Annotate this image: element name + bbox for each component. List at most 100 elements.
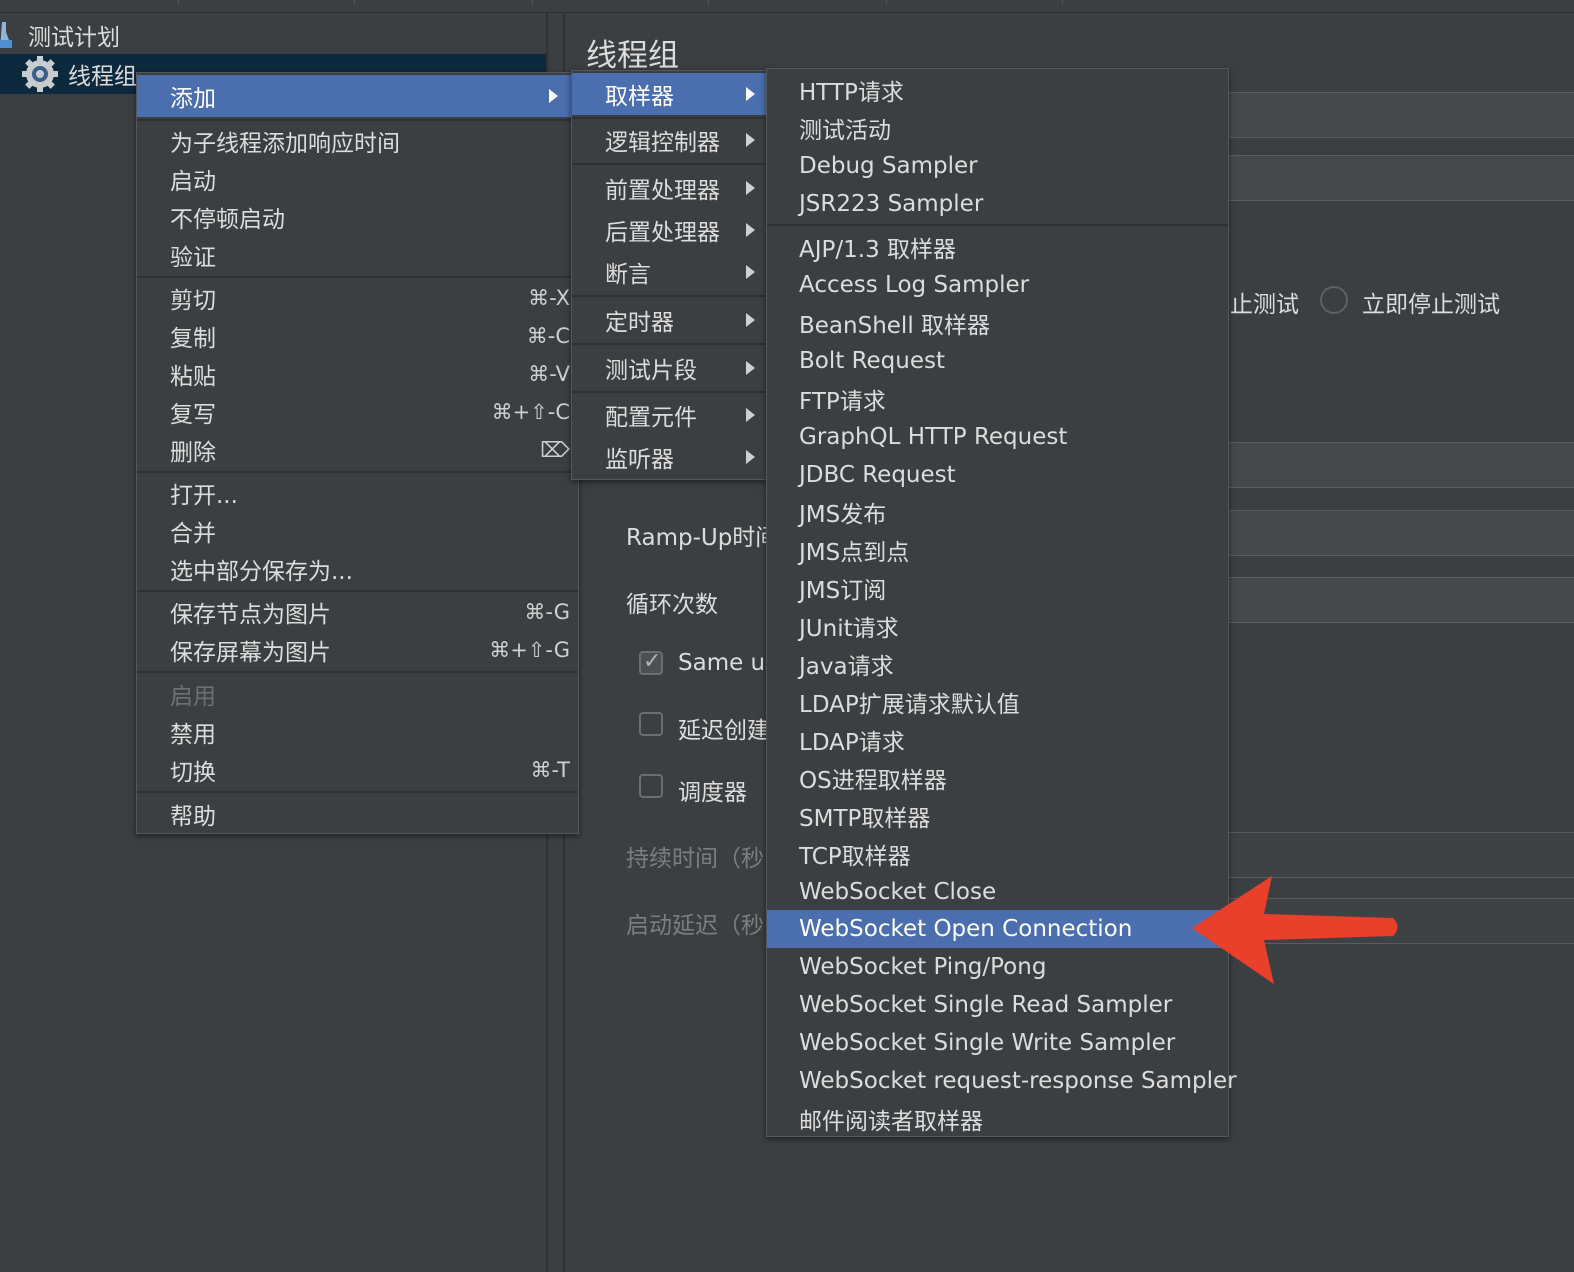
sampler-submenu: HTTP请求 测试活动 Debug Sampler JSR223 Sampler… xyxy=(766,68,1237,1138)
menu-item-os-process-sampler[interactable]: OS进程取样器 xyxy=(767,759,1228,797)
menu-item-sampler[interactable]: 取样器 xyxy=(572,73,766,115)
menu-item-pre-processor[interactable]: 前置处理器 xyxy=(572,169,766,207)
submenu-arrow-icon xyxy=(746,133,755,147)
menu-item-ldap-request[interactable]: LDAP请求 xyxy=(767,721,1228,759)
menu-item-duplicate[interactable]: 复写 ⌘+⇧-C xyxy=(137,393,578,431)
menu-item-ajp-sampler[interactable]: AJP/1.3 取样器 xyxy=(767,228,1228,266)
submenu-arrow-icon xyxy=(746,265,755,279)
menu-item-label: 启用 xyxy=(170,684,216,710)
scheduler-checkbox[interactable] xyxy=(639,774,663,798)
menu-item-save-screen-image[interactable]: 保存屏幕为图片 ⌘+⇧-G xyxy=(137,631,578,669)
menu-item-access-log-sampler[interactable]: Access Log Sampler xyxy=(767,266,1228,304)
tree-item-test-plan[interactable]: 测试计划 xyxy=(0,15,546,55)
menu-item-label: WebSocket Close xyxy=(799,879,997,905)
menu-item-add[interactable]: 添加 xyxy=(137,75,578,117)
menu-item-jdbc-request[interactable]: JDBC Request xyxy=(767,456,1228,494)
menu-item-label: LDAP扩展请求默认值 xyxy=(799,692,1020,718)
menu-item-websocket-single-read[interactable]: WebSocket Single Read Sampler xyxy=(767,986,1228,1024)
menu-item-label: LDAP请求 xyxy=(799,730,905,756)
menu-item-label: WebSocket Single Write Sampler xyxy=(799,1030,1176,1056)
menu-shortcut: ⌘+⇧-C xyxy=(491,400,570,424)
menu-item-label: BeanShell 取样器 xyxy=(799,313,991,339)
menu-item-test-fragment[interactable]: 测试片段 xyxy=(572,349,766,387)
menu-item-start-no-pause[interactable]: 不停顿启动 xyxy=(137,198,578,236)
menu-separator xyxy=(137,671,578,673)
same-user-label: Same us xyxy=(678,650,778,676)
menu-item-graphql-request[interactable]: GraphQL HTTP Request xyxy=(767,418,1228,456)
menu-item-help[interactable]: 帮助 xyxy=(137,795,578,833)
menu-item-paste[interactable]: 粘贴 ⌘-V xyxy=(137,355,578,393)
menu-shortcut: ⌘-T xyxy=(530,758,570,782)
menu-item-delete[interactable]: 删除 ⌦ xyxy=(137,431,578,469)
menu-item-open[interactable]: 打开... xyxy=(137,474,578,512)
menu-item-websocket-request-response[interactable]: WebSocket request-response Sampler xyxy=(767,1062,1237,1100)
menu-item-timer[interactable]: 定时器 xyxy=(572,301,766,339)
stop-now-radio[interactable] xyxy=(1320,286,1348,314)
menu-item-config-element[interactable]: 配置元件 xyxy=(572,396,766,434)
menu-item-label: JSR223 Sampler xyxy=(799,191,984,217)
menu-item-label: 保存节点为图片 xyxy=(170,602,331,628)
menu-item-smtp-sampler[interactable]: SMTP取样器 xyxy=(767,797,1228,835)
menu-item-websocket-ping-pong[interactable]: WebSocket Ping/Pong xyxy=(767,948,1228,986)
menu-item-tcp-sampler[interactable]: TCP取样器 xyxy=(767,835,1228,873)
menu-item-label: JUnit请求 xyxy=(799,616,899,642)
menu-item-assertion[interactable]: 断言 xyxy=(572,253,766,291)
menu-item-jms-publisher[interactable]: JMS发布 xyxy=(767,493,1228,531)
menu-item-jms-subscriber[interactable]: JMS订阅 xyxy=(767,569,1228,607)
loop-field[interactable] xyxy=(1228,577,1574,623)
menu-item-label: WebSocket Open Connection xyxy=(799,916,1133,942)
scheduler-label: 调度器 xyxy=(678,780,747,806)
menu-item-label: 验证 xyxy=(170,245,216,271)
delay-create-checkbox[interactable] xyxy=(639,712,663,736)
rampup-field[interactable] xyxy=(1228,510,1574,556)
menu-item-ldap-extended-defaults[interactable]: LDAP扩展请求默认值 xyxy=(767,683,1228,721)
menu-item-merge[interactable]: 合并 xyxy=(137,512,578,550)
menu-item-start[interactable]: 启动 xyxy=(137,160,578,198)
menu-item-mail-reader-sampler[interactable]: 邮件阅读者取样器 xyxy=(767,1100,1228,1138)
menu-item-websocket-single-write[interactable]: WebSocket Single Write Sampler xyxy=(767,1024,1228,1062)
menu-item-label: Access Log Sampler xyxy=(799,272,1030,298)
menu-item-label: 监听器 xyxy=(605,447,674,473)
menu-item-save-node-image[interactable]: 保存节点为图片 ⌘-G xyxy=(137,593,578,631)
menu-item-beanshell-sampler[interactable]: BeanShell 取样器 xyxy=(767,304,1228,342)
menu-item-jms-point-to-point[interactable]: JMS点到点 xyxy=(767,531,1228,569)
startup-delay-label: 启动延迟（秒 xyxy=(626,913,764,939)
name-field[interactable] xyxy=(1228,92,1574,138)
menu-item-label: JDBC Request xyxy=(799,462,956,488)
menu-item-toggle[interactable]: 切换 ⌘-T xyxy=(137,751,578,789)
menu-item-label: 复写 xyxy=(170,402,216,428)
menu-item-websocket-close[interactable]: WebSocket Close xyxy=(767,873,1228,911)
menu-item-debug-sampler[interactable]: Debug Sampler xyxy=(767,147,1228,185)
menu-item-ftp-request[interactable]: FTP请求 xyxy=(767,380,1228,418)
menu-item-copy[interactable]: 复制 ⌘-C xyxy=(137,317,578,355)
stop-test-label: 止测试 xyxy=(1230,292,1299,318)
duration-field[interactable] xyxy=(1228,832,1574,878)
menu-item-disable[interactable]: 禁用 xyxy=(137,713,578,751)
menu-item-label: 删除 xyxy=(170,440,216,466)
menu-item-cut[interactable]: 剪切 ⌘-X xyxy=(137,279,578,317)
menu-item-label: HTTP请求 xyxy=(799,80,904,106)
menu-item-label: 帮助 xyxy=(170,804,216,830)
threads-field[interactable] xyxy=(1228,442,1574,488)
menu-item-test-action[interactable]: 测试活动 xyxy=(767,109,1228,147)
menu-item-save-selection-as[interactable]: 选中部分保存为... xyxy=(137,550,578,588)
menu-item-logic-controller[interactable]: 逻辑控制器 xyxy=(572,121,766,159)
delete-key-icon: ⌦ xyxy=(540,438,570,462)
menu-item-add-response-time[interactable]: 为子线程添加响应时间 xyxy=(137,122,578,160)
menu-item-junit-request[interactable]: JUnit请求 xyxy=(767,607,1228,645)
menu-shortcut: ⌘-V xyxy=(528,362,570,386)
comment-field[interactable] xyxy=(1228,155,1574,201)
menu-item-bolt-request[interactable]: Bolt Request xyxy=(767,342,1228,380)
menu-item-java-request[interactable]: Java请求 xyxy=(767,645,1228,683)
menu-item-http-request[interactable]: HTTP请求 xyxy=(767,71,1228,109)
menu-item-post-processor[interactable]: 后置处理器 xyxy=(572,211,766,249)
menu-item-label: 切换 xyxy=(170,760,216,786)
menu-item-websocket-open-connection[interactable]: WebSocket Open Connection xyxy=(767,910,1228,948)
menu-item-jsr223-sampler[interactable]: JSR223 Sampler xyxy=(767,185,1228,223)
menu-item-validate[interactable]: 验证 xyxy=(137,236,578,274)
same-user-checkbox[interactable] xyxy=(639,649,663,675)
submenu-arrow-icon xyxy=(549,89,558,103)
menu-separator xyxy=(137,276,578,278)
menu-item-listener[interactable]: 监听器 xyxy=(572,438,766,476)
add-submenu: 取样器 逻辑控制器 前置处理器 后置处理器 断言 定时器 测试片段 配置元件 监… xyxy=(571,70,767,480)
